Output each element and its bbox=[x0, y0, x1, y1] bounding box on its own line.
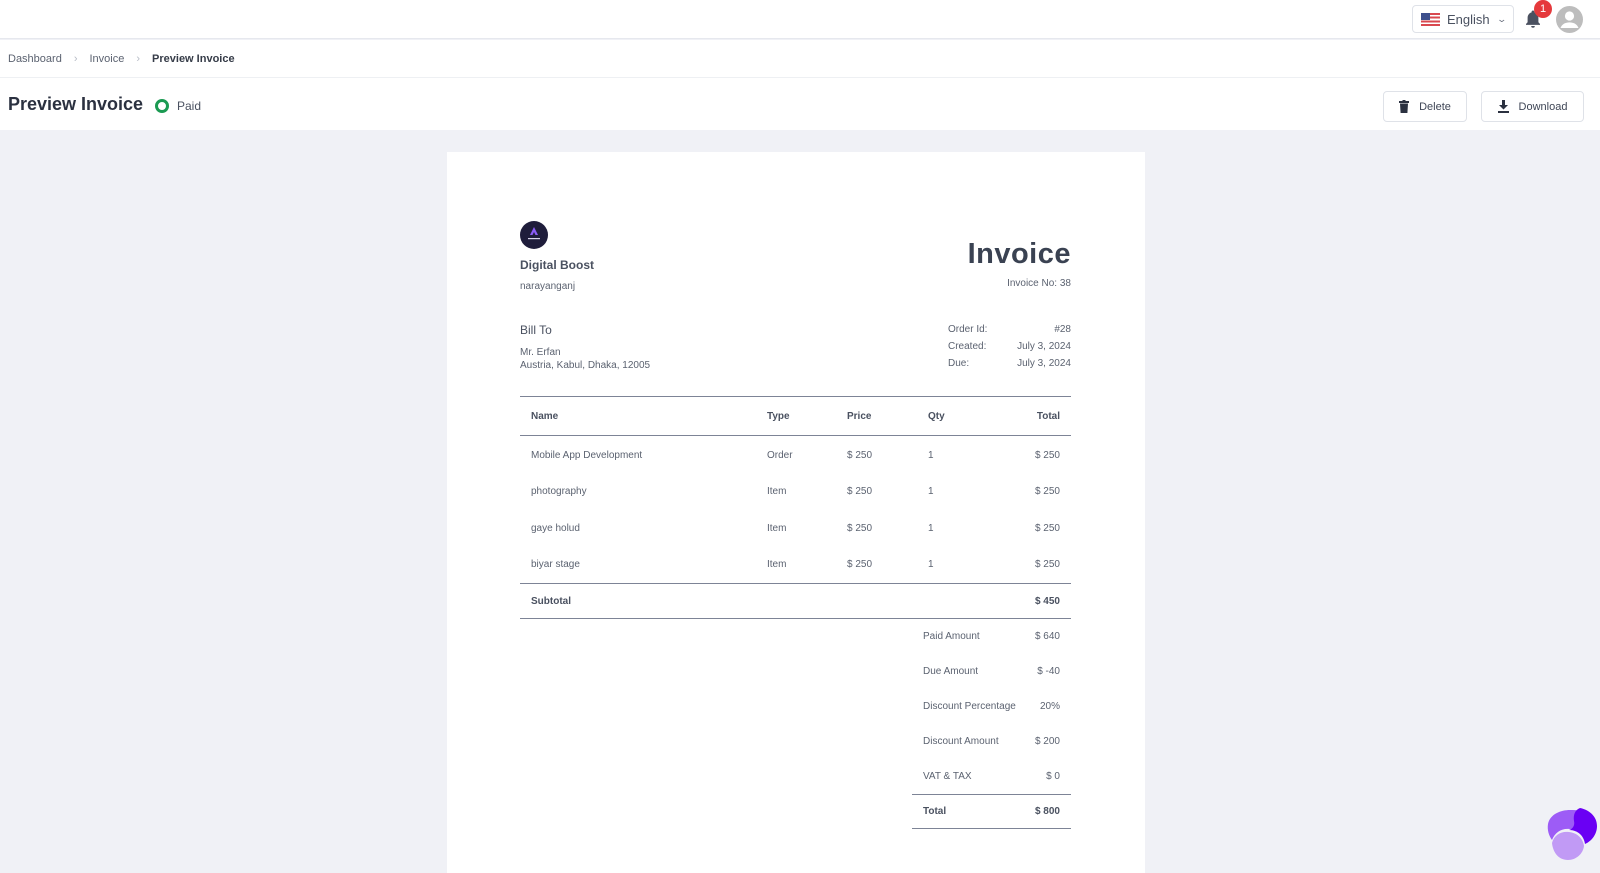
meta-label: Due: bbox=[948, 358, 970, 369]
company-name: Digital Boost bbox=[520, 258, 594, 272]
item-name: biyar stage bbox=[531, 559, 580, 571]
summary-value: $ 0 bbox=[1046, 771, 1060, 782]
status-circle-icon bbox=[155, 99, 169, 113]
breadcrumb-invoice[interactable]: Invoice bbox=[90, 53, 125, 65]
breadcrumb: Dashboard › Invoice › Preview Invoice bbox=[0, 40, 1600, 78]
table-row: Mobile App Development Order $ 250 1 $ 2… bbox=[520, 436, 1071, 473]
summary-total: Total $ 800 bbox=[912, 794, 1071, 829]
item-qty: 1 bbox=[928, 449, 934, 461]
language-select[interactable]: English ⌄ bbox=[1412, 5, 1514, 33]
table-row: biyar stage Item $ 250 1 $ 250 bbox=[520, 547, 1071, 584]
item-name: photography bbox=[531, 485, 587, 497]
company-address: narayanganj bbox=[520, 281, 576, 292]
summary-discount-percentage: Discount Percentage 20% bbox=[912, 689, 1071, 724]
summary-discount-amount: Discount Amount $ 200 bbox=[912, 724, 1071, 759]
summary-value: $ 640 bbox=[1034, 631, 1060, 642]
page-title: Preview Invoice bbox=[8, 94, 144, 114]
meta-label: Order Id: bbox=[948, 324, 988, 335]
total-label: Total bbox=[923, 806, 947, 817]
invoice-summary: Paid Amount $ 640 Due Amount $ -40 Disco… bbox=[912, 619, 1071, 829]
user-icon bbox=[1560, 11, 1579, 28]
meta-created: Created: July 3, 2024 bbox=[948, 341, 1071, 358]
status-badge: Paid bbox=[155, 99, 201, 113]
us-flag-icon bbox=[1421, 12, 1440, 26]
meta-due: Due: July 3, 2024 bbox=[948, 358, 1071, 375]
column-header-type: Type bbox=[756, 396, 836, 436]
summary-paid-amount: Paid Amount $ 640 bbox=[912, 619, 1071, 654]
summary-due-amount: Due Amount $ -40 bbox=[912, 654, 1071, 689]
item-price: $ 250 bbox=[847, 485, 873, 497]
item-name: gaye holud bbox=[531, 522, 580, 534]
download-button[interactable]: Download bbox=[1481, 91, 1584, 122]
invoice-number: Invoice No: 38 bbox=[1007, 278, 1071, 289]
item-total: $ 250 bbox=[1034, 485, 1060, 497]
column-header-qty: Qty bbox=[917, 396, 991, 436]
item-qty: 1 bbox=[928, 559, 934, 571]
trash-icon bbox=[1399, 100, 1410, 113]
download-label: Download bbox=[1518, 100, 1568, 113]
assistant-logo-icon bbox=[1547, 808, 1597, 860]
summary-label: Discount Percentage bbox=[923, 701, 1016, 712]
summary-label: Discount Amount bbox=[923, 736, 999, 747]
breadcrumb-preview-invoice: Preview Invoice bbox=[152, 52, 235, 65]
page-header: Preview Invoice Paid Delete Download bbox=[0, 78, 1600, 130]
summary-value: $ -40 bbox=[1037, 666, 1060, 677]
status-label: Paid bbox=[177, 99, 202, 113]
total-value: $ 800 bbox=[1034, 806, 1060, 817]
meta-label: Created: bbox=[948, 341, 987, 352]
language-label: English bbox=[1447, 11, 1490, 27]
meta-order-id: Order Id: #28 bbox=[948, 324, 1071, 341]
chat-widget-button[interactable] bbox=[1540, 806, 1600, 868]
summary-label: Due Amount bbox=[923, 666, 979, 677]
delete-label: Delete bbox=[1419, 100, 1451, 113]
summary-value: $ 200 bbox=[1034, 736, 1060, 747]
user-avatar[interactable] bbox=[1556, 6, 1583, 33]
company-logo bbox=[520, 221, 548, 249]
summary-value: 20% bbox=[1039, 701, 1060, 712]
item-total: $ 250 bbox=[1034, 449, 1060, 461]
bill-to-address: Austria, Kabul, Dhaka, 12005 bbox=[520, 360, 651, 371]
bill-to-name: Mr. Erfan bbox=[520, 347, 561, 358]
table-row: photography Item $ 250 1 $ 250 bbox=[520, 473, 1071, 510]
item-type: Item bbox=[767, 522, 787, 534]
chevron-down-icon: ⌄ bbox=[1496, 13, 1507, 24]
notification-count-badge: 1 bbox=[1534, 0, 1552, 18]
item-qty: 1 bbox=[928, 485, 934, 497]
meta-value: July 3, 2024 bbox=[1017, 341, 1071, 352]
item-total: $ 250 bbox=[1034, 522, 1060, 534]
column-header-price: Price bbox=[836, 396, 917, 436]
meta-value: #28 bbox=[1054, 324, 1071, 335]
column-header-name: Name bbox=[520, 396, 756, 436]
top-bar: English ⌄ 1 bbox=[0, 0, 1600, 39]
invoice-sheet: Digital Boost narayanganj Invoice Invoic… bbox=[447, 152, 1145, 873]
subtotal-row: Subtotal $ 450 bbox=[520, 583, 1071, 619]
item-name: Mobile App Development bbox=[531, 449, 643, 461]
item-total: $ 250 bbox=[1034, 559, 1060, 571]
item-type: Item bbox=[767, 559, 787, 571]
bill-to-label: Bill To bbox=[520, 323, 552, 337]
invoice-items-table: Name Type Price Qty Total Mobile App Dev… bbox=[520, 396, 1071, 619]
item-type: Order bbox=[767, 449, 793, 461]
breadcrumb-dashboard[interactable]: Dashboard bbox=[8, 53, 62, 65]
delete-button[interactable]: Delete bbox=[1383, 91, 1467, 122]
column-header-total: Total bbox=[991, 396, 1071, 436]
invoice-heading: Invoice bbox=[967, 238, 1071, 270]
item-price: $ 250 bbox=[847, 449, 873, 461]
subtotal-value: $ 450 bbox=[991, 583, 1071, 619]
summary-label: VAT & TAX bbox=[923, 771, 972, 782]
chevron-right-icon: › bbox=[136, 52, 141, 65]
summary-vat-tax: VAT & TAX $ 0 bbox=[912, 759, 1071, 794]
chevron-right-icon: › bbox=[73, 52, 78, 65]
download-icon bbox=[1497, 100, 1509, 113]
item-type: Item bbox=[767, 485, 787, 497]
subtotal-label: Subtotal bbox=[520, 583, 991, 619]
summary-label: Paid Amount bbox=[923, 631, 980, 642]
meta-value: July 3, 2024 bbox=[1017, 358, 1071, 369]
table-row: gaye holud Item $ 250 1 $ 250 bbox=[520, 510, 1071, 547]
item-price: $ 250 bbox=[847, 522, 873, 534]
invoice-meta: Order Id: #28 Created: July 3, 2024 Due:… bbox=[948, 324, 1071, 375]
item-price: $ 250 bbox=[847, 559, 873, 571]
table-header-row: Name Type Price Qty Total bbox=[520, 396, 1071, 436]
item-qty: 1 bbox=[928, 522, 934, 534]
